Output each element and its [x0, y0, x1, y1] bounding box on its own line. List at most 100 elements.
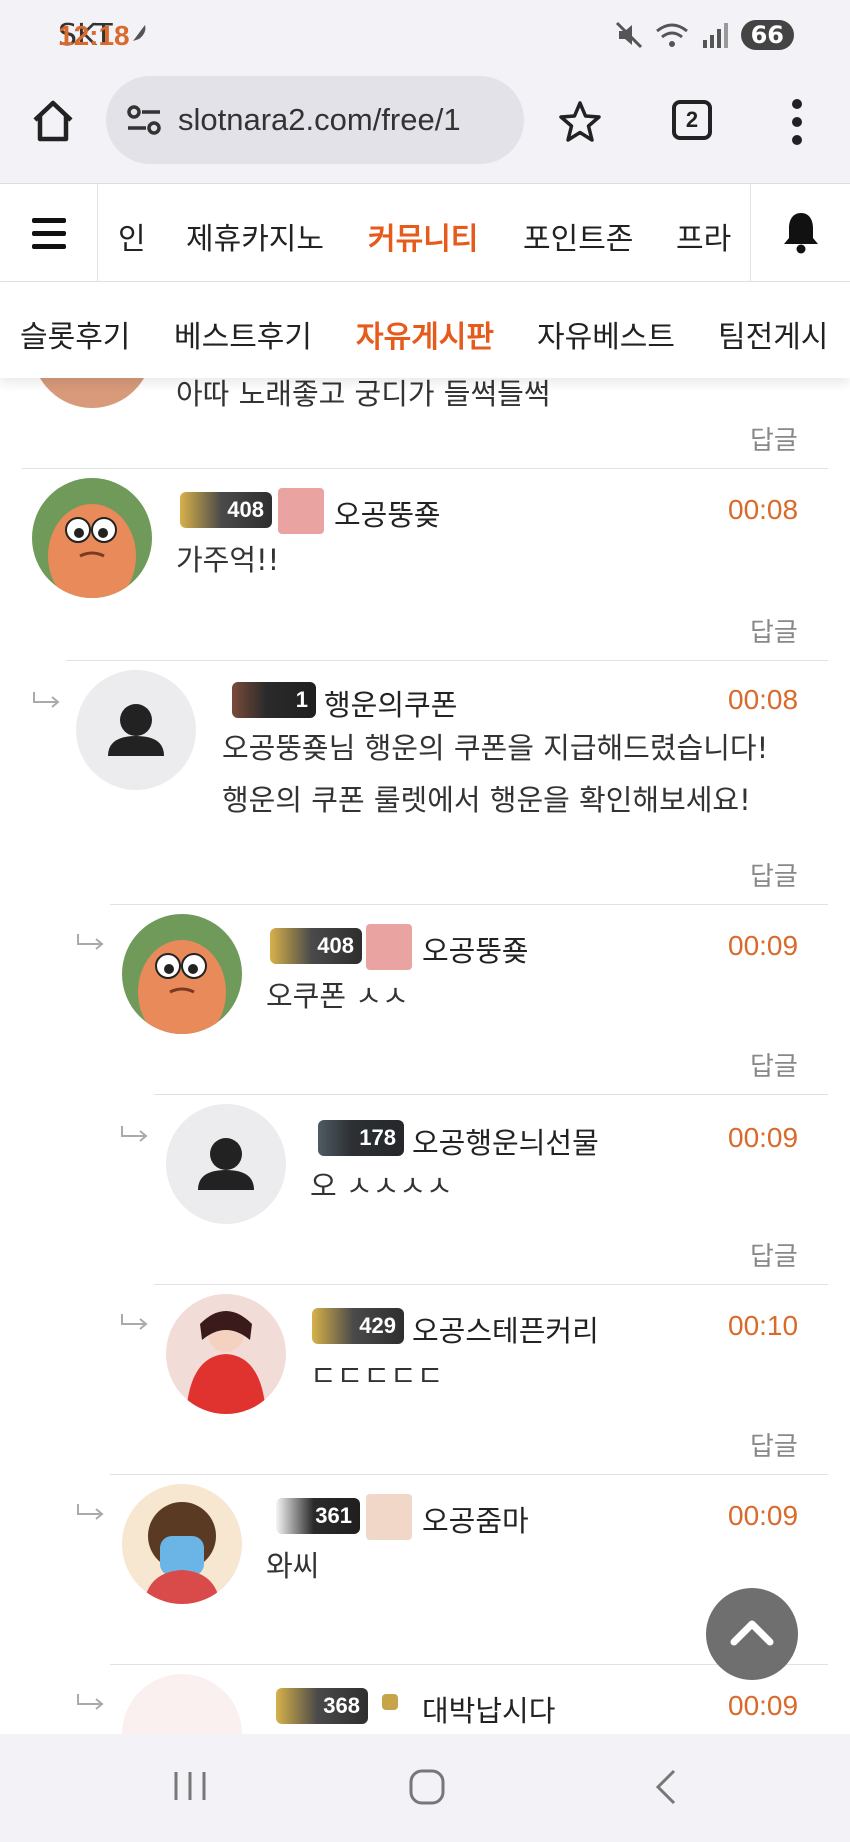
system-nav-bar: [0, 1734, 850, 1842]
comment-text-line-2: 행운의 쿠폰 룰렛에서 행운을 확인해보세요!: [222, 783, 751, 817]
timestamp: 00:09: [728, 930, 799, 961]
patrick-avatar-icon: [32, 478, 152, 598]
timestamp: 00:09: [728, 1500, 799, 1531]
level-number: 429: [359, 1313, 396, 1338]
nickname[interactable]: 행운의쿠폰: [324, 682, 457, 724]
reply-button[interactable]: 답글: [750, 1236, 798, 1273]
comment-text: 오 ㅅㅅㅅㅅ: [310, 1169, 453, 1203]
reply-button[interactable]: 답글: [750, 612, 798, 649]
girl-avatar-icon: [166, 1294, 286, 1414]
home-nav-icon[interactable]: [408, 1768, 446, 1806]
comment-text-line-1: 오공뚱죶님 행운의 쿠폰을 지급해드렸습니다!: [222, 731, 769, 765]
reply-arrow-icon: [121, 1126, 148, 1142]
site-settings-icon[interactable]: [124, 100, 164, 140]
clock: 12:18: [58, 19, 130, 51]
address-bar[interactable]: slotnara2.com/free/1: [106, 76, 524, 164]
level-badge: 1: [232, 682, 316, 718]
level-badge: 408: [180, 492, 272, 528]
reply-button[interactable]: 답글: [750, 1046, 798, 1083]
browser-toolbar: slotnara2.com/free/1 2: [0, 76, 850, 184]
nickname[interactable]: 오공뚱죶: [422, 928, 529, 970]
reply-button[interactable]: 답글: [750, 420, 798, 457]
reply-arrow-icon: [121, 1314, 148, 1330]
tab-free-best[interactable]: 자유베스트: [537, 312, 675, 356]
default-user-icon: [108, 704, 164, 756]
nav-item-login[interactable]: 인: [118, 214, 146, 258]
url-text: slotnara2.com/free/1: [178, 102, 461, 137]
bell-icon: [784, 213, 818, 254]
user-icon: [366, 1494, 412, 1540]
timestamp: 00:08: [728, 684, 799, 715]
bookmark-star-icon[interactable]: [558, 100, 602, 144]
mute-icon: [615, 21, 642, 49]
user-icon: [366, 924, 412, 970]
patrick-avatar-icon: [122, 914, 242, 1034]
nickname[interactable]: 대박납시다: [422, 1688, 555, 1730]
site-nav: 인 제휴카지노 커뮤니티 포인트존 프라: [0, 184, 850, 282]
user-icon: [278, 488, 324, 534]
divider: [110, 904, 828, 905]
tab-free-board[interactable]: 자유게시판: [356, 312, 494, 356]
avatar[interactable]: [122, 1674, 242, 1734]
level-badge: 368: [276, 1688, 368, 1724]
comment-list: 아따 노래좋고 궁디가 들썩들썩 답글 408 오공뚱죶 00:08 가주억!!…: [0, 378, 850, 1734]
timestamp: 00:08: [728, 494, 799, 525]
tab-team-board[interactable]: 팀전게시: [718, 312, 828, 356]
notifications-button[interactable]: [750, 184, 850, 282]
recent-apps-icon[interactable]: [172, 1768, 208, 1804]
level-number: 1: [295, 687, 308, 712]
nav-item-community[interactable]: 커뮤니티: [368, 214, 478, 258]
comment-text: 와씨: [266, 1549, 320, 1583]
nickname[interactable]: 오공뚱죶: [334, 492, 441, 534]
level-number: 408: [227, 497, 264, 522]
more-menu-icon[interactable]: [782, 96, 812, 148]
nav-item-more[interactable]: 프라: [676, 214, 731, 258]
status-bar: SKT 12:18 66: [0, 0, 850, 76]
comment-text: 아따 노래좋고 궁디가 들썩들썩: [176, 378, 551, 411]
divider: [110, 1474, 828, 1475]
divider: [66, 660, 828, 661]
avatar[interactable]: [122, 1484, 242, 1604]
timestamp: 00:10: [728, 1310, 799, 1341]
hamburger-menu-icon[interactable]: [0, 184, 98, 282]
level-badge: 178: [318, 1120, 404, 1156]
tab-best-reviews[interactable]: 베스트후기: [174, 312, 312, 356]
reply-arrow-icon: [77, 934, 104, 950]
status-right: 66: [615, 20, 794, 50]
nickname[interactable]: 오공줌마: [422, 1498, 529, 1540]
reply-button[interactable]: 답글: [750, 1426, 798, 1463]
nav-item-point-zone[interactable]: 포인트존: [523, 214, 633, 258]
avatar[interactable]: [166, 1294, 286, 1414]
level-badge: 408: [270, 928, 362, 964]
avatar[interactable]: [122, 914, 242, 1034]
back-icon[interactable]: [652, 1768, 680, 1806]
avatar[interactable]: [32, 378, 152, 408]
level-number: 178: [359, 1125, 396, 1150]
masked-lady-avatar-icon: [122, 1484, 242, 1604]
reply-arrow-icon: [77, 1504, 104, 1520]
scroll-to-top-button[interactable]: [706, 1588, 798, 1680]
divider: [154, 1284, 828, 1285]
tab-switcher-button[interactable]: 2: [672, 100, 712, 140]
level-number: 408: [317, 933, 354, 958]
wifi-icon: [655, 23, 688, 47]
chevron-up-icon: [730, 1620, 774, 1646]
avatar[interactable]: [32, 478, 152, 598]
comment-text: ㄷㄷㄷㄷㄷ: [310, 1359, 444, 1393]
nav-item-partner-casino[interactable]: 제휴카지노: [186, 214, 324, 258]
level-badge: 429: [312, 1308, 404, 1344]
tab-slot-reviews[interactable]: 슬롯후기: [20, 312, 130, 356]
timestamp: 00:09: [728, 1122, 799, 1153]
nickname[interactable]: 오공스테픈커리: [412, 1308, 599, 1350]
default-user-icon: [198, 1138, 254, 1190]
comment-text: 가주억!!: [176, 543, 280, 577]
home-icon[interactable]: [30, 98, 76, 144]
avatar[interactable]: [76, 670, 196, 790]
avatar[interactable]: [166, 1104, 286, 1224]
timestamp: 00:09: [728, 1690, 799, 1721]
nickname[interactable]: 오공행운늬선물: [412, 1120, 599, 1162]
reply-button[interactable]: 답글: [750, 856, 798, 893]
board-tabs: 슬롯후기 베스트후기 자유게시판 자유베스트 팀전게시: [0, 282, 850, 378]
level-number: 361: [315, 1503, 352, 1528]
status-left: SKT 12:18: [58, 18, 149, 53]
